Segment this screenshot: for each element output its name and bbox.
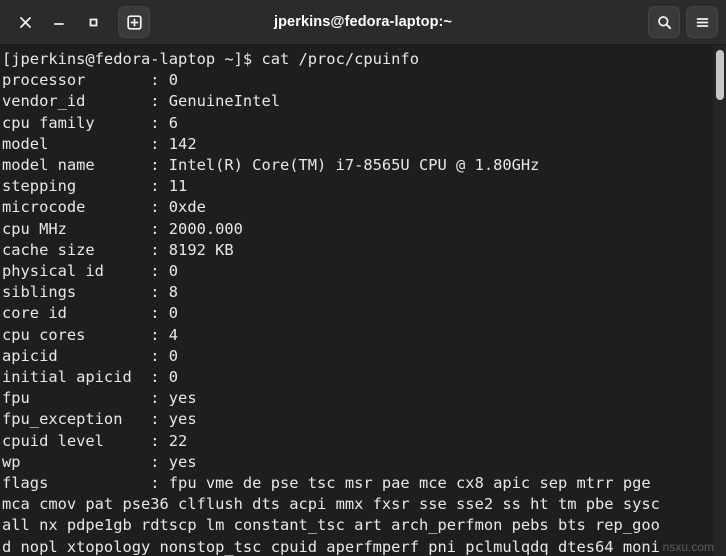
- titlebar-right-controls: [648, 6, 718, 38]
- maximize-button[interactable]: [76, 7, 110, 37]
- titlebar-left-controls: [8, 6, 150, 38]
- scrollbar-track[interactable]: [713, 45, 726, 556]
- terminal-window: jperkins@fedora-laptop:~ [jperkins@fedor…: [0, 0, 726, 556]
- terminal-output-text: [jperkins@fedora-laptop ~]$ cat /proc/cp…: [2, 50, 660, 556]
- new-tab-button[interactable]: [118, 6, 150, 38]
- menu-button[interactable]: [686, 6, 718, 38]
- search-icon: [657, 15, 671, 29]
- hamburger-menu-icon: [696, 17, 708, 27]
- maximize-icon: [89, 18, 97, 26]
- minimize-button[interactable]: [42, 7, 76, 37]
- titlebar: jperkins@fedora-laptop:~: [0, 0, 726, 45]
- close-icon: [19, 16, 31, 28]
- scrollbar-thumb[interactable]: [716, 50, 724, 100]
- minimize-icon: [54, 22, 64, 25]
- terminal-body[interactable]: [jperkins@fedora-laptop ~]$ cat /proc/cp…: [0, 45, 726, 556]
- new-tab-icon: [126, 14, 142, 30]
- search-button[interactable]: [648, 6, 680, 38]
- close-button[interactable]: [8, 7, 42, 37]
